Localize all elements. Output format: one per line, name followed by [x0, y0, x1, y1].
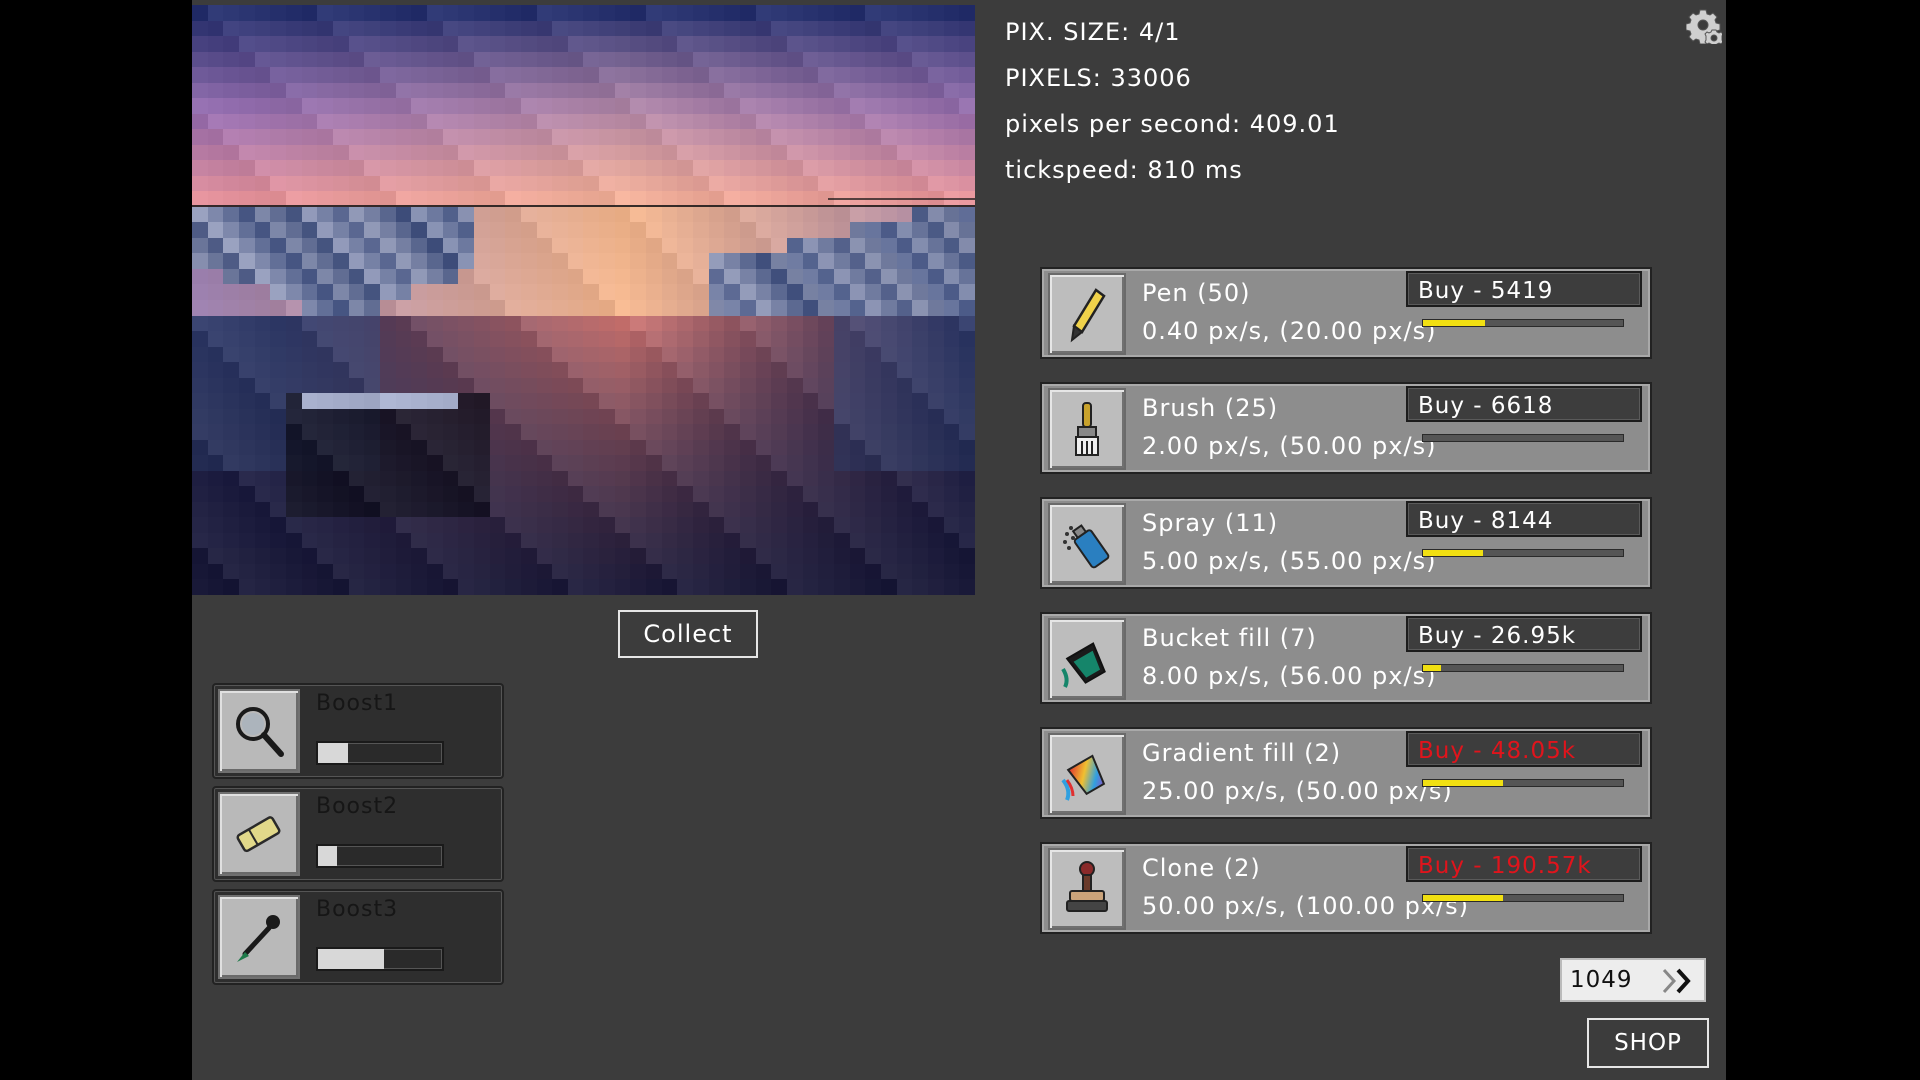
- boost-name: Boost3: [316, 897, 399, 922]
- tool-clone: Clone (2) 50.00 px/s, (100.00 px/s) Buy …: [1040, 842, 1652, 934]
- tool-pen: Pen (50) 0.40 px/s, (20.00 px/s) Buy - 5…: [1040, 267, 1652, 359]
- buy-pen-button[interactable]: Buy - 5419: [1406, 271, 1642, 307]
- tool-name: Spray (11): [1142, 509, 1279, 537]
- magnifier-icon: [218, 689, 300, 773]
- buy-clone-button[interactable]: Buy - 190.57k: [1406, 846, 1642, 882]
- gradient-fill-icon: [1048, 733, 1126, 815]
- buy-bucket-fill-button[interactable]: Buy - 26.95k: [1406, 616, 1642, 652]
- canvas-divider-line-short: [828, 198, 975, 200]
- tool-rate: 8.00 px/s, (56.00 px/s): [1142, 662, 1437, 690]
- pixels-per-second-stat: pixels per second: 409.01: [1005, 110, 1340, 138]
- tool-rate: 0.40 px/s, (20.00 px/s): [1142, 317, 1437, 345]
- paint-bucket-icon: [1048, 618, 1126, 700]
- boost-item-2[interactable]: Boost2: [212, 786, 504, 882]
- canvas-divider-line: [192, 205, 975, 207]
- shop-button[interactable]: SHOP: [1587, 1018, 1709, 1068]
- tool-progress-fill: [1423, 895, 1503, 901]
- collect-button[interactable]: Collect: [618, 610, 758, 658]
- tool-progress-fill: [1423, 320, 1485, 326]
- double-chevron-right-icon[interactable]: [1658, 966, 1698, 996]
- spray-can-icon: [1048, 503, 1126, 585]
- tool-progress-bar: [1422, 664, 1624, 672]
- eraser-icon: [218, 792, 300, 876]
- tool-progress-bar: [1422, 319, 1624, 327]
- boost-item-1[interactable]: Boost1: [212, 683, 504, 779]
- boost-progress-fill: [318, 743, 348, 763]
- pixels-stat: PIXELS: 33006: [1005, 64, 1192, 92]
- boost-progress-bar: [316, 947, 444, 971]
- tool-progress-bar: [1422, 434, 1624, 442]
- tool-progress-fill: [1423, 550, 1483, 556]
- page-counter[interactable]: 1049: [1560, 958, 1706, 1002]
- buy-brush-button[interactable]: Buy - 6618: [1406, 386, 1642, 422]
- pen-icon: [1048, 273, 1126, 355]
- boost-name: Boost1: [316, 691, 399, 716]
- brush-icon: [1048, 388, 1126, 470]
- tool-rate: 5.00 px/s, (55.00 px/s): [1142, 547, 1437, 575]
- tool-progress-bar: [1422, 779, 1624, 787]
- tool-brush: Brush (25) 2.00 px/s, (50.00 px/s) Buy -…: [1040, 382, 1652, 474]
- clone-stamp-icon: [1048, 848, 1126, 930]
- boost-name: Boost2: [316, 794, 399, 819]
- tool-name: Gradient fill (2): [1142, 739, 1342, 767]
- tool-rate: 2.00 px/s, (50.00 px/s): [1142, 432, 1437, 460]
- tool-name: Clone (2): [1142, 854, 1261, 882]
- buy-spray-button[interactable]: Buy - 8144: [1406, 501, 1642, 537]
- boost-progress-fill: [318, 846, 337, 866]
- tool-rate: 25.00 px/s, (50.00 px/s): [1142, 777, 1453, 805]
- boost-progress-fill: [318, 949, 384, 969]
- pixel-size-stat: PIX. SIZE: 4/1: [1005, 18, 1181, 46]
- tool-progress-bar: [1422, 894, 1624, 902]
- tool-name: Brush (25): [1142, 394, 1279, 422]
- tool-progress-fill: [1423, 665, 1441, 671]
- tool-progress-fill: [1423, 780, 1503, 786]
- tool-name: Pen (50): [1142, 279, 1251, 307]
- gear-icon[interactable]: [1686, 8, 1722, 44]
- tool-bucket-fill: Bucket fill (7) 8.00 px/s, (56.00 px/s) …: [1040, 612, 1652, 704]
- eyedropper-icon: [218, 895, 300, 979]
- counter-value: 1049: [1570, 967, 1633, 993]
- tool-gradient-fill: Gradient fill (2) 25.00 px/s, (50.00 px/…: [1040, 727, 1652, 819]
- boost-progress-bar: [316, 844, 444, 868]
- boost-progress-bar: [316, 741, 444, 765]
- tool-progress-bar: [1422, 549, 1624, 557]
- tool-spray: Spray (11) 5.00 px/s, (55.00 px/s) Buy -…: [1040, 497, 1652, 589]
- tool-name: Bucket fill (7): [1142, 624, 1317, 652]
- buy-gradient-fill-button[interactable]: Buy - 48.05k: [1406, 731, 1642, 767]
- game-panel: PIX. SIZE: 4/1 PIXELS: 33006 pixels per …: [192, 0, 1726, 1080]
- tickspeed-stat: tickspeed: 810 ms: [1005, 156, 1243, 184]
- boost-item-3[interactable]: Boost3: [212, 889, 504, 985]
- tool-rate: 50.00 px/s, (100.00 px/s): [1142, 892, 1469, 920]
- pixel-canvas[interactable]: [192, 5, 975, 595]
